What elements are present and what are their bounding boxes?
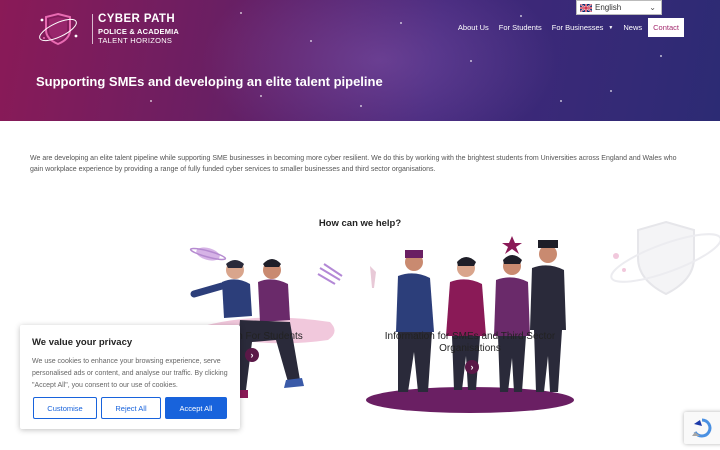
cookie-buttons: Customise Reject All Accept All [33,397,231,419]
cookie-text: We use cookies to enhance your browsing … [32,358,228,389]
nav-contact[interactable]: Contact [648,18,684,37]
nav-contact-label: Contact [653,23,679,32]
accept-all-button[interactable]: Accept All [165,397,227,419]
logo-text: CYBER PATH POLICE & ACADEMIA TALENT HORI… [98,12,180,45]
nav-news-label: News [623,23,643,32]
hero-banner: CYBER PATH POLICE & ACADEMIA TALENT HORI… [0,0,720,121]
card-smes-arrow-icon[interactable] [465,360,479,374]
card-students-arrow-icon[interactable] [245,348,259,362]
chevron-down-icon: ⌄ [649,3,656,12]
nav-for-businesses-label: For Businesses [551,23,604,32]
cookie-banner: We value your privacy We use cookies to … [20,325,240,429]
cookie-title: We value your privacy [32,337,133,348]
recaptcha-icon [692,418,712,438]
language-selector[interactable]: English ⌄ [576,0,662,15]
logo-line-3: TALENT HORIZONS [98,35,173,45]
logo-line-1: CYBER PATH [98,12,176,25]
nav-about-us-label: About Us [457,23,489,32]
shield-watermark-icon [610,220,720,296]
logo-divider [92,14,93,44]
site-logo[interactable]: CYBER PATH POLICE & ACADEMIA TALENT HORI… [36,8,186,50]
uk-flag-icon [580,3,592,12]
main-nav: About Us For Students For Businesses ▼ Ne… [448,18,684,37]
language-selected: English [595,3,622,12]
page-title: Supporting SMEs and developing an elite … [36,74,383,89]
nav-for-businesses[interactable]: For Businesses ▼ [552,23,614,32]
reject-all-button[interactable]: Reject All [101,397,161,419]
smes-illustration [366,236,574,413]
logo-line-2: POLICE & ACADEMIA [98,27,180,37]
nav-for-students[interactable]: For Students [499,23,542,32]
nav-news[interactable]: News [623,23,642,32]
recaptcha-badge[interactable] [684,412,720,444]
nav-for-students-label: For Students [498,23,542,32]
customise-button[interactable]: Customise [33,397,97,419]
intro-text: We are developing an elite talent pipeli… [30,155,677,173]
logo-shield-icon [39,12,78,46]
caret-down-icon: ▼ [608,24,614,31]
card-smes-label[interactable]: Information for SMEs and Third Sector Or… [380,331,560,355]
nav-about-us[interactable]: About Us [458,23,489,32]
